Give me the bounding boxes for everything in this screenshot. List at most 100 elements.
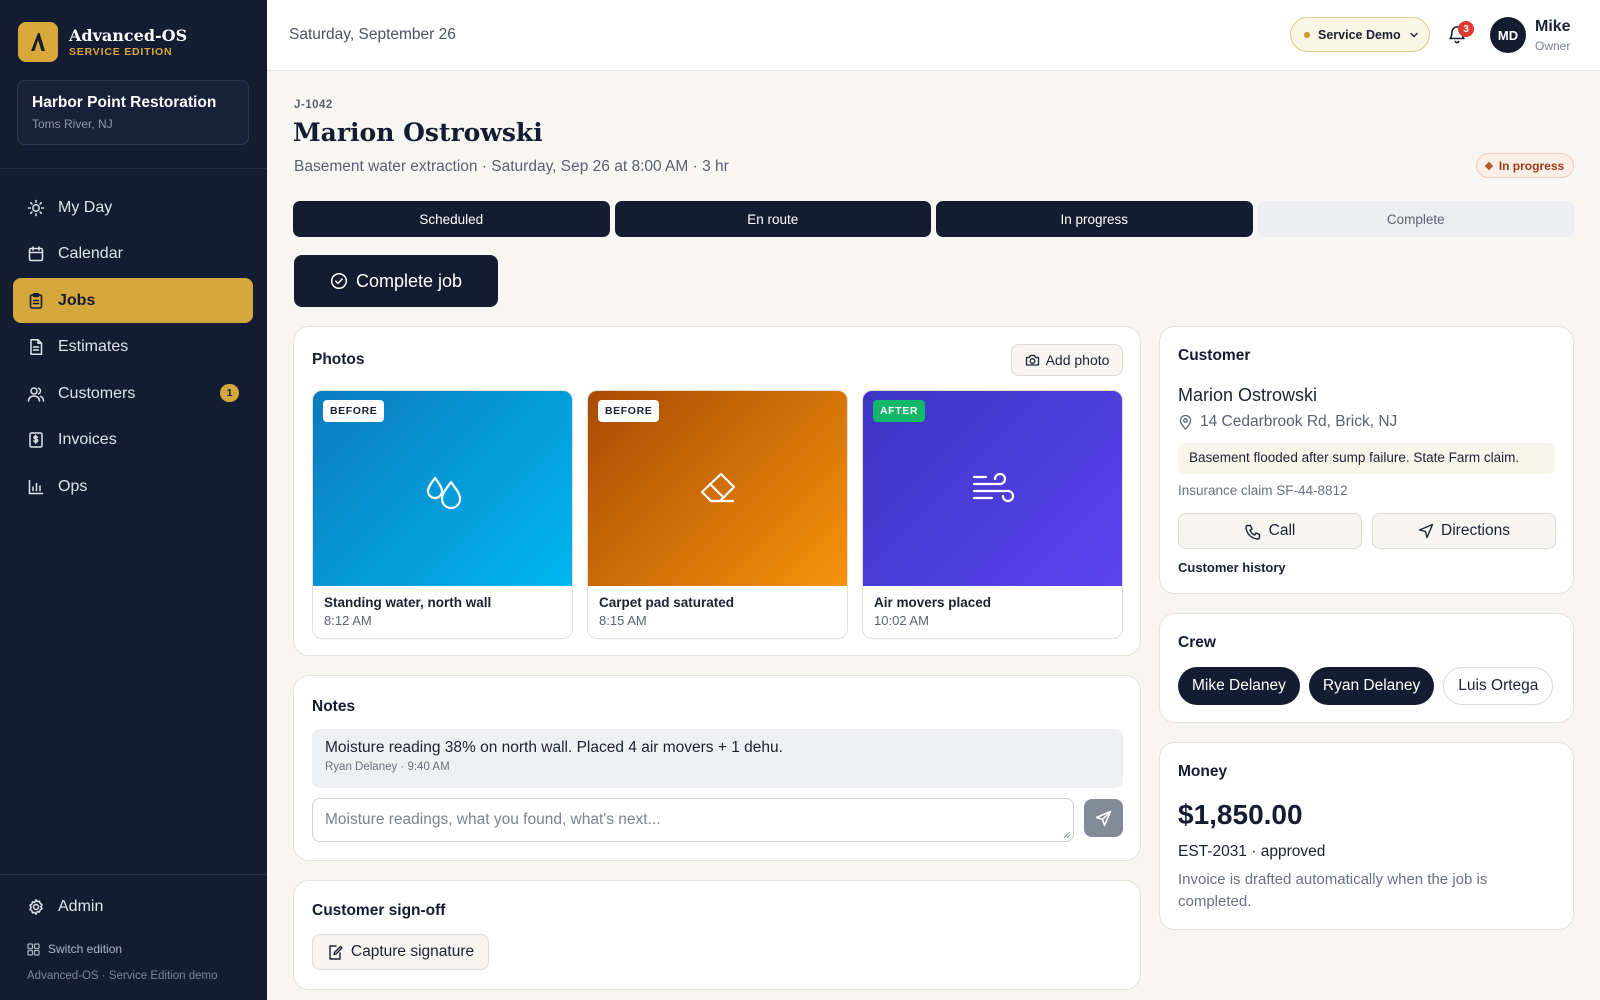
gear-icon <box>27 898 45 916</box>
call-button[interactable]: Call <box>1178 513 1362 549</box>
call-label: Call <box>1268 522 1296 539</box>
photo-tag: BEFORE <box>598 400 660 422</box>
sidebar-item-estimates[interactable]: Estimates <box>13 325 253 370</box>
camera-icon <box>1025 354 1039 366</box>
sidebar-divider <box>0 168 267 169</box>
step-in-progress[interactable]: In progress <box>936 201 1253 237</box>
customer-history-link[interactable]: Customer history <box>1178 560 1286 575</box>
notes-card: Notes Moisture reading 38% on north wall… <box>293 675 1141 861</box>
step-scheduled[interactable]: Scheduled <box>293 201 610 237</box>
signoff-title: Customer sign-off <box>312 902 446 919</box>
customer-title: Customer <box>1178 347 1251 364</box>
eraser-icon <box>700 472 735 502</box>
customer-address: 14 Cedarbrook Rd, Brick, NJ <box>1178 413 1397 431</box>
phone-icon <box>1244 524 1260 540</box>
photo-image: AFTER <box>863 391 1122 586</box>
sidebar-item-jobs[interactable]: Jobs <box>13 278 253 324</box>
photo-time: 8:12 AM <box>324 613 372 628</box>
photo-caption: Standing water, north wall <box>324 595 492 610</box>
check-circle-icon <box>330 272 348 290</box>
job-id: J-1042 <box>294 99 333 111</box>
avatar[interactable]: MD <box>1490 17 1526 53</box>
chevron-down-icon <box>1409 30 1419 40</box>
page-title: Marion Ostrowski <box>293 118 543 147</box>
photo-image: BEFORE <box>588 391 847 586</box>
note-input-placeholder: Moisture readings, what you found, what'… <box>325 811 661 828</box>
add-photo-button[interactable]: Add photo <box>1011 344 1123 376</box>
photo-time: 8:15 AM <box>599 613 647 628</box>
photo-caption: Air movers placed <box>874 595 992 610</box>
signoff-card: Customer sign-off Capture signature <box>293 880 1141 990</box>
job-meta: Basement water extraction · Saturday, Se… <box>294 158 729 175</box>
sidebar-item-calendar[interactable]: Calendar <box>13 232 253 277</box>
user-name[interactable]: Mike <box>1535 18 1571 36</box>
notes-title: Notes <box>312 698 356 715</box>
photo-tile[interactable]: AFTER Air movers placed 10:02 AM <box>862 390 1123 639</box>
users-icon <box>27 385 45 403</box>
sidebar-item-ops[interactable]: Ops <box>13 465 253 510</box>
user-role: Owner <box>1535 39 1571 53</box>
job-status-stepper: Scheduled En route In progress Complete <box>293 201 1574 237</box>
diamond-icon <box>1484 161 1494 170</box>
step-en-route[interactable]: En route <box>614 201 931 237</box>
photo-tile[interactable]: BEFORE Standing water, north wall 8:12 A… <box>312 390 573 639</box>
sidebar: Advanced-OS SERVICE EDITION Harbor Point… <box>0 0 267 1000</box>
directions-button[interactable]: Directions <box>1372 513 1556 549</box>
money-note: Invoice is drafted automatically when th… <box>1178 871 1488 910</box>
brand[interactable]: Advanced-OS SERVICE EDITION <box>18 22 187 62</box>
brand-name: Advanced-OS <box>69 25 188 45</box>
demo-label: Service Demo <box>1318 27 1401 42</box>
invoice-icon <box>27 431 45 449</box>
org-name: Harbor Point Restoration <box>32 94 217 111</box>
sidebar-item-my-day[interactable]: My Day <box>13 185 253 230</box>
photos-card: Photos Add photo BEFORE Standing water, … <box>293 326 1141 656</box>
photo-caption: Carpet pad saturated <box>599 595 735 610</box>
crew-title: Crew <box>1178 634 1216 651</box>
insurance-claim: Insurance claim SF-44-8812 <box>1178 483 1348 498</box>
customer-address-text: 14 Cedarbrook Rd, Brick, NJ <box>1200 413 1398 430</box>
complete-job-button[interactable]: Complete job <box>294 255 498 307</box>
step-complete[interactable]: Complete <box>1257 201 1574 237</box>
crew-chip[interactable]: Ryan Delaney <box>1308 667 1435 705</box>
photo-tile[interactable]: BEFORE Carpet pad saturated 8:15 AM <box>587 390 848 639</box>
sidebar-item-label: Calendar <box>58 245 123 263</box>
note-entry: Moisture reading 38% on north wall. Plac… <box>312 729 1123 788</box>
money-title: Money <box>1178 763 1228 780</box>
sidebar-footer: Advanced-OS · Service Edition demo <box>27 970 218 982</box>
send-note-button[interactable] <box>1084 799 1123 837</box>
money-card: Money $1,850.00 EST-2031 · approved Invo… <box>1159 742 1574 930</box>
sidebar-item-admin[interactable]: Admin <box>27 898 103 916</box>
note-meta: Ryan Delaney · 9:40 AM <box>325 761 450 773</box>
demo-selector[interactable]: Service Demo <box>1290 17 1430 52</box>
admin-label: Admin <box>58 898 104 915</box>
calendar-icon <box>27 245 45 263</box>
switch-edition-link[interactable]: Switch edition <box>27 942 122 956</box>
send-icon <box>1095 810 1112 826</box>
org-switcher[interactable]: Harbor Point Restoration Toms River, NJ <box>17 80 249 145</box>
sidebar-item-label: Estimates <box>58 338 129 356</box>
crew-chip[interactable]: Mike Delaney <box>1178 667 1300 705</box>
crew-list: Mike Delaney Ryan Delaney Luis Ortega <box>1178 667 1554 705</box>
grid-icon <box>27 942 40 956</box>
capture-signature-button[interactable]: Capture signature <box>312 934 489 970</box>
notification-count-badge: 3 <box>1458 21 1474 37</box>
sidebar-item-label: Ops <box>58 478 88 496</box>
customer-note: Basement flooded after sump failure. Sta… <box>1178 443 1555 474</box>
photo-time: 10:02 AM <box>874 613 929 628</box>
clipboard-icon <box>27 292 45 310</box>
sidebar-item-label: My Day <box>58 198 113 216</box>
switch-edition-label: Switch edition <box>48 942 123 956</box>
status-dot-icon <box>1304 31 1310 38</box>
crew-chip[interactable]: Luis Ortega <box>1443 667 1554 705</box>
sidebar-item-invoices[interactable]: Invoices <box>13 418 253 463</box>
sun-icon <box>27 199 45 217</box>
customer-name[interactable]: Marion Ostrowski <box>1178 385 1317 406</box>
sidebar-item-customers[interactable]: Customers 1 <box>13 371 253 416</box>
status-label: In progress <box>1498 158 1565 173</box>
resize-grip-icon[interactable] <box>1061 829 1071 839</box>
note-input[interactable]: Moisture readings, what you found, what'… <box>312 798 1074 842</box>
sidebar-item-label: Jobs <box>58 291 96 309</box>
customer-card: Customer Marion Ostrowski 14 Cedarbrook … <box>1159 326 1574 594</box>
estimate-reference[interactable]: EST-2031 · approved <box>1178 843 1325 861</box>
photo-tag: BEFORE <box>323 400 385 422</box>
